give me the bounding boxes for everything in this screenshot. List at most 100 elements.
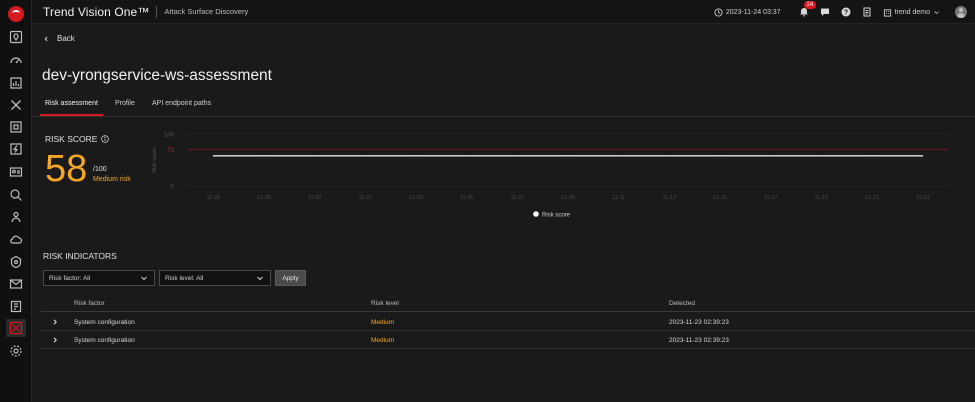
- x-tick-label: 11-30: [308, 195, 322, 201]
- x-tick-label: 11-03: [409, 195, 423, 201]
- y-tick-label: 0: [171, 185, 175, 191]
- clock-icon: [714, 7, 723, 17]
- close-x-icon[interactable]: [6, 96, 26, 114]
- chevron-left-icon: [44, 36, 48, 41]
- x-tick-label: 11-23: [916, 195, 930, 201]
- module-name: Attack Surface Discovery: [164, 7, 249, 16]
- logo-icon[interactable]: [8, 6, 24, 22]
- column-header-detected[interactable]: Detected: [669, 300, 695, 307]
- notifications-button[interactable]: 24: [795, 0, 817, 24]
- y-axis-label: Risk score: [152, 147, 158, 173]
- mail-icon[interactable]: [6, 275, 26, 293]
- risk-level-cell: Medium: [371, 337, 395, 344]
- data-point: [263, 155, 265, 157]
- risk-level-select-value: Risk level: All: [165, 274, 204, 282]
- chevron-down-icon: [934, 10, 939, 14]
- x-tick-label: 11-26: [206, 195, 220, 201]
- document-button[interactable]: [858, 0, 876, 24]
- report-icon[interactable]: [6, 74, 26, 92]
- x-tick-label: 11-01: [358, 195, 372, 201]
- lightning-icon[interactable]: [6, 140, 26, 158]
- legend-label: Risk score: [542, 213, 571, 219]
- map-pin-icon[interactable]: [6, 28, 26, 46]
- table-row[interactable]: System configuration Medium 2023-11-23 0…: [41, 331, 975, 349]
- attack-surface-icon[interactable]: [6, 319, 26, 337]
- shield-icon[interactable]: [6, 253, 26, 271]
- avatar[interactable]: [955, 6, 967, 18]
- svg-text:?: ?: [843, 10, 847, 17]
- clock-display[interactable]: 2023-11-24 03:37: [714, 7, 781, 17]
- column-header-risk-factor[interactable]: Risk factor: [74, 300, 105, 307]
- help-button[interactable]: ?: [837, 0, 855, 24]
- risk-factor-cell: System configuration: [74, 337, 135, 344]
- tab-profile[interactable]: Profile: [115, 100, 135, 107]
- y-tick-label: 100: [164, 133, 175, 139]
- notification-badge: 24: [803, 1, 817, 9]
- chevron-right-icon[interactable]: [51, 318, 59, 326]
- x-tick-label: 11-07: [510, 195, 524, 201]
- apply-button[interactable]: Apply: [275, 270, 306, 286]
- detected-cell: 2023-11-23 02:39:23: [669, 319, 729, 326]
- chevron-down-icon: [141, 276, 147, 281]
- document-icon[interactable]: [6, 118, 26, 136]
- left-nav-rail: [0, 0, 32, 402]
- data-point: [466, 155, 468, 157]
- table-row[interactable]: System configuration Medium 2023-11-23 0…: [41, 313, 975, 331]
- top-bar-actions: 2023-11-24 03:37 24 ? trend demo: [714, 0, 975, 24]
- risk-score-chart: 0 70 100 Risk score 11-26 11-28 11-30 11-01 11-0…: [152, 133, 948, 219]
- x-tick-label: 11-11: [612, 195, 625, 201]
- active-tab-indicator: [40, 114, 103, 116]
- datetime-text: 2023-11-24 03:37: [725, 8, 781, 16]
- data-point: [922, 155, 924, 157]
- risk-level-cell: Medium: [371, 319, 395, 326]
- app-window: Trend Vision One™ Attack Surface Discove…: [0, 0, 975, 402]
- risk-score-heading: RISK SCORE: [45, 134, 110, 144]
- top-bar: Trend Vision One™ Attack Surface Discove…: [32, 0, 975, 24]
- x-tick-label: 11-21: [865, 195, 879, 201]
- data-point: [567, 155, 569, 157]
- cloud-icon[interactable]: [6, 231, 26, 249]
- chevron-right-icon[interactable]: [51, 336, 59, 344]
- main-content: Back dev-yrongservice-ws-assessment Risk…: [33, 24, 975, 402]
- dashboard-icon[interactable]: [6, 51, 26, 69]
- risk-indicators-heading: RISK INDICATORS: [43, 251, 117, 261]
- tab-api-endpoint-paths[interactable]: API endpoint paths: [152, 100, 211, 107]
- data-point: [212, 155, 214, 157]
- risk-score-label: RISK SCORE: [45, 134, 98, 144]
- data-point: [871, 155, 873, 157]
- user-menu[interactable]: trend demo: [883, 8, 943, 17]
- chat-button[interactable]: [816, 0, 834, 24]
- risk-score-max: /100: [93, 166, 107, 173]
- x-tick-label: 11-15: [713, 195, 727, 201]
- tab-risk-assessment[interactable]: Risk assessment: [45, 100, 98, 107]
- risk-level-select[interactable]: Risk level: All: [159, 270, 271, 286]
- x-tick-label: 11-28: [257, 195, 271, 201]
- tab-bar: Risk assessment Profile API endpoint pat…: [33, 95, 975, 117]
- title-divider: [156, 5, 158, 18]
- y-tick-label: 70: [167, 148, 174, 154]
- risk-level-text: Medium risk: [93, 176, 131, 183]
- x-tick-label: 11-17: [764, 195, 778, 201]
- data-point: [820, 155, 822, 157]
- gear-icon[interactable]: [6, 342, 26, 360]
- x-tick-label: 11-19: [814, 195, 828, 201]
- clipboard-icon[interactable]: [6, 297, 26, 315]
- page-title: dev-yrongservice-ws-assessment: [42, 67, 272, 84]
- data-point: [770, 155, 772, 157]
- contact-card-icon[interactable]: [6, 163, 26, 181]
- x-tick-label: 11-05: [460, 195, 474, 201]
- search-zoom-icon[interactable]: [6, 186, 26, 204]
- risk-factor-select[interactable]: Risk factor: All: [43, 270, 155, 286]
- column-header-risk-level[interactable]: Risk level: [371, 300, 399, 307]
- data-point: [719, 155, 721, 157]
- app-title: Trend Vision One™: [43, 4, 150, 19]
- x-tick-label: 11-13: [662, 195, 676, 201]
- legend-marker: [533, 211, 539, 217]
- info-icon[interactable]: [101, 135, 110, 143]
- risk-factor-select-value: Risk factor: All: [49, 274, 91, 282]
- data-point: [668, 155, 670, 157]
- back-link[interactable]: Back: [43, 34, 75, 43]
- risk-factor-cell: System configuration: [74, 319, 135, 326]
- user-name: trend demo: [894, 8, 930, 16]
- users-icon[interactable]: [6, 208, 26, 226]
